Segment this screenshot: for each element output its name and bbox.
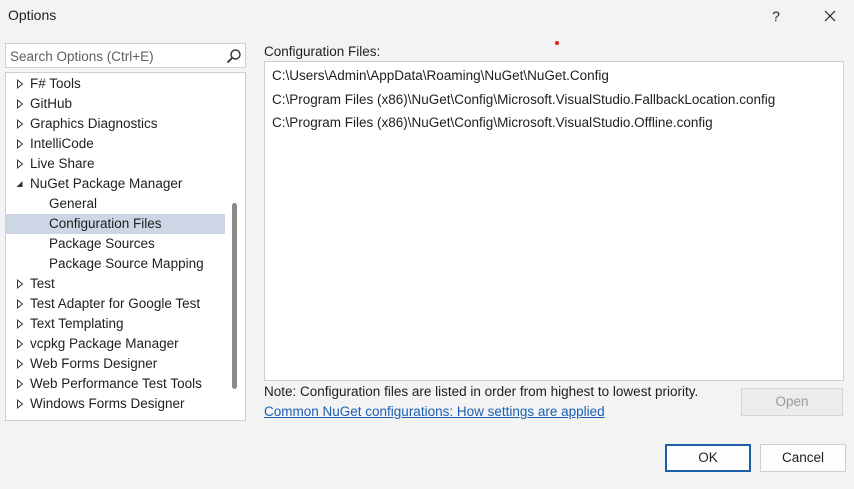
- expand-arrow-icon[interactable]: [14, 274, 26, 294]
- tree-item-label: Graphics Diagnostics: [30, 116, 158, 131]
- tree-item-label: Text Templating: [30, 316, 124, 331]
- tree-item-label: Windows Forms Designer: [30, 396, 185, 411]
- tree-item-label: Configuration Files: [49, 216, 162, 231]
- config-file-item[interactable]: C:\Program Files (x86)\NuGet\Config\Micr…: [272, 115, 713, 130]
- close-icon: [824, 10, 836, 22]
- expand-arrow-icon[interactable]: [14, 114, 26, 134]
- expand-arrow-icon[interactable]: [14, 294, 26, 314]
- expand-arrow-icon[interactable]: [14, 134, 26, 154]
- tree-item-configuration-files[interactable]: Configuration Files: [6, 214, 225, 234]
- title-bar: Options ?: [0, 0, 854, 32]
- tree-item-label: Package Sources: [49, 236, 155, 251]
- tree-item-label: Web Forms Designer: [30, 356, 158, 371]
- expand-arrow-icon[interactable]: [14, 74, 26, 94]
- collapse-arrow-icon[interactable]: [14, 174, 26, 194]
- tree-item-label: Live Share: [30, 156, 95, 171]
- config-file-item[interactable]: C:\Program Files (x86)\NuGet\Config\Micr…: [272, 92, 775, 107]
- tree-item-label: vcpkg Package Manager: [30, 336, 179, 351]
- search-input[interactable]: [10, 47, 218, 65]
- tree-item-package-source-mapping[interactable]: Package Source Mapping: [6, 254, 225, 274]
- config-file-item[interactable]: C:\Users\Admin\AppData\Roaming\NuGet\NuG…: [272, 68, 609, 83]
- tree-item-f-tools[interactable]: F# Tools: [6, 74, 225, 94]
- expand-arrow-icon[interactable]: [14, 94, 26, 114]
- tree-item-label: NuGet Package Manager: [30, 176, 183, 191]
- red-dot-marker: [555, 41, 559, 45]
- tree-item-label: Test: [30, 276, 55, 291]
- tree-item-text-templating[interactable]: Text Templating: [6, 314, 225, 334]
- tree-item-package-sources[interactable]: Package Sources: [6, 234, 225, 254]
- tree-item-github[interactable]: GitHub: [6, 94, 225, 114]
- tree-item-windows-forms-designer[interactable]: Windows Forms Designer: [6, 394, 225, 414]
- nuget-config-help-link[interactable]: Common NuGet configurations: How setting…: [264, 404, 605, 419]
- search-icon[interactable]: [226, 48, 242, 64]
- ok-button[interactable]: OK: [665, 444, 751, 472]
- tree-item-general[interactable]: General: [6, 194, 225, 214]
- close-button[interactable]: [812, 2, 848, 30]
- window-title: Options: [8, 7, 57, 23]
- tree-item-live-share[interactable]: Live Share: [6, 154, 225, 174]
- tree-item-web-performance-test-tools[interactable]: Web Performance Test Tools: [6, 374, 225, 394]
- open-button[interactable]: Open: [741, 388, 843, 416]
- expand-arrow-icon[interactable]: [14, 314, 26, 334]
- tree-item-intellicode[interactable]: IntelliCode: [6, 134, 225, 154]
- tree-item-label: GitHub: [30, 96, 73, 111]
- search-box[interactable]: [5, 43, 246, 68]
- expand-arrow-icon[interactable]: [14, 334, 26, 354]
- tree-item-label: General: [49, 196, 98, 211]
- tree-item-test[interactable]: Test: [6, 274, 225, 294]
- expand-arrow-icon[interactable]: [14, 374, 26, 394]
- tree-item-label: Test Adapter for Google Test: [30, 296, 201, 311]
- cancel-button[interactable]: Cancel: [760, 444, 846, 472]
- config-files-list[interactable]: C:\Users\Admin\AppData\Roaming\NuGet\NuG…: [264, 61, 844, 381]
- tree-item-web-forms-designer[interactable]: Web Forms Designer: [6, 354, 225, 374]
- expand-arrow-icon[interactable]: [14, 354, 26, 374]
- priority-note: Note: Configuration files are listed in …: [264, 384, 699, 399]
- config-files-label: Configuration Files:: [264, 44, 381, 59]
- tree-item-vcpkg-package-manager[interactable]: vcpkg Package Manager: [6, 334, 225, 354]
- tree-item-label: IntelliCode: [30, 136, 94, 151]
- expand-arrow-icon[interactable]: [14, 394, 26, 414]
- tree-item-test-adapter-for-google-test[interactable]: Test Adapter for Google Test: [6, 294, 225, 314]
- tree-scrollbar-thumb[interactable]: [232, 203, 237, 389]
- options-tree[interactable]: F# Tools GitHub Graphics Diagnostics Intell…: [5, 72, 246, 421]
- tree-item-label: Web Performance Test Tools: [30, 376, 202, 391]
- tree-item-label: Package Source Mapping: [49, 256, 204, 271]
- expand-arrow-icon[interactable]: [14, 154, 26, 174]
- tree-item-label: F# Tools: [30, 76, 81, 91]
- tree-item-graphics-diagnostics[interactable]: Graphics Diagnostics: [6, 114, 225, 134]
- help-button[interactable]: ?: [760, 2, 792, 30]
- tree-item-nuget-package-manager[interactable]: NuGet Package Manager: [6, 174, 225, 194]
